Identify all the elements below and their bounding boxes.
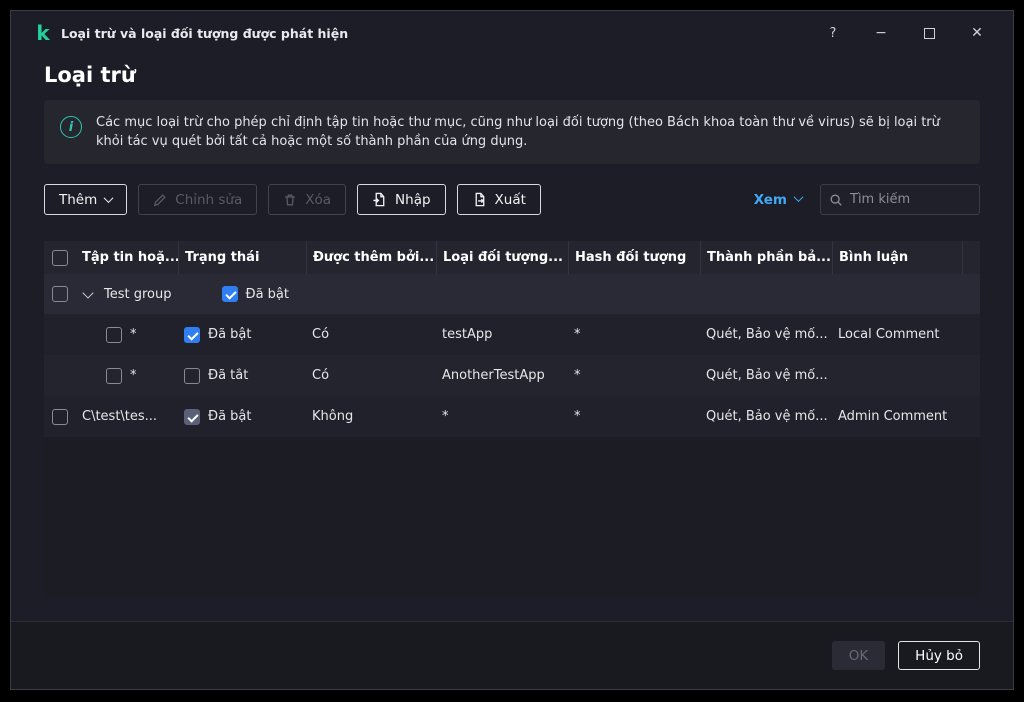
info-banner: i Các mục loại trừ cho phép chỉ định tập… (44, 100, 980, 164)
cell-component: Quét, Bảo vệ mố... (706, 409, 828, 424)
delete-button-label: Xóa (305, 191, 332, 208)
cell-status: Đã bật (208, 327, 252, 342)
cell-added-by: Có (312, 368, 330, 383)
column-header-status[interactable]: Trạng thái (178, 241, 306, 274)
column-header-object-hash[interactable]: Hash đối tượng (568, 241, 700, 274)
info-banner-text: Các mục loại trừ cho phép chỉ định tập t… (96, 115, 940, 149)
import-button-label: Nhập (395, 191, 431, 208)
add-button-label: Thêm (59, 191, 98, 208)
dialog-footer: OK Hủy bỏ (11, 621, 1013, 689)
cell-object-type: AnotherTestApp (442, 368, 545, 383)
exclusions-table: Tập tin hoặ... Trạng thái Được thêm bởi.… (44, 241, 980, 596)
group-expand-chevron-icon[interactable] (82, 286, 94, 299)
column-header-added-by[interactable]: Được thêm bởi... (306, 241, 436, 274)
column-header-file[interactable]: Tập tin hoặ... (76, 241, 178, 274)
cell-file: * (130, 368, 137, 383)
row-status-checkbox[interactable] (184, 408, 200, 425)
import-button[interactable]: Nhập (357, 184, 446, 215)
search-input[interactable] (850, 192, 971, 207)
group-select-checkbox[interactable] (52, 286, 68, 302)
table-row[interactable]: * Đã bật Có testApp * Quét, Bảo vệ mố...… (44, 314, 980, 355)
cell-component: Quét, Bảo vệ mố... (706, 368, 828, 383)
maximize-icon (923, 27, 935, 39)
help-button[interactable]: ? (823, 23, 843, 43)
maximize-button[interactable] (919, 23, 939, 43)
ok-button[interactable]: OK (831, 641, 886, 670)
view-dropdown[interactable]: Xem (753, 191, 804, 208)
table-header-row: Tập tin hoặ... Trạng thái Được thêm bởi.… (44, 241, 980, 274)
search-box (820, 184, 980, 215)
row-status-checkbox[interactable] (184, 326, 200, 343)
cell-object-hash: * (574, 409, 581, 424)
table-row[interactable]: * Đã tắt Có AnotherTestApp * Quét, Bảo v… (44, 355, 980, 396)
delete-button[interactable]: Xóa (268, 184, 347, 215)
info-icon: i (60, 116, 82, 138)
row-select-checkbox[interactable] (52, 408, 68, 425)
main-content: Loại trừ i Các mục loại trừ cho phép chỉ… (11, 55, 1013, 621)
cell-object-hash: * (574, 368, 581, 383)
cell-file: C\test\tes... (82, 409, 158, 424)
export-icon (475, 192, 484, 207)
kaspersky-logo-icon: k (36, 21, 50, 45)
select-all-checkbox[interactable] (52, 249, 68, 266)
group-status-label: Đã bật (245, 286, 290, 302)
column-header-comment[interactable]: Bình luận (832, 241, 962, 274)
cell-object-type: * (442, 409, 449, 424)
cell-object-hash: * (574, 327, 581, 342)
close-button[interactable]: ✕ (967, 23, 987, 43)
row-select-checkbox[interactable] (106, 326, 122, 343)
edit-button[interactable]: Chỉnh sửa (138, 184, 258, 215)
edit-button-label: Chỉnh sửa (175, 191, 243, 208)
add-button[interactable]: Thêm (44, 184, 128, 215)
scrollbar-gutter (962, 241, 980, 274)
cell-comment: Local Comment (838, 327, 940, 342)
row-status-checkbox[interactable] (184, 367, 200, 384)
column-header-object-type[interactable]: Loại đối tượng... (436, 241, 568, 274)
app-window: k Loại trừ và loại đối tượng được phát h… (10, 10, 1014, 690)
export-button-label: Xuất (494, 191, 526, 208)
minimize-button[interactable]: − (871, 23, 891, 43)
toolbar: Thêm Chỉnh sửa Xóa Nhập Xuất Xem (44, 184, 980, 215)
trash-icon (285, 194, 296, 205)
title-bar: k Loại trừ và loại đối tượng được phát h… (11, 11, 1013, 55)
page-title: Loại trừ (44, 63, 136, 87)
window-title: Loại trừ và loại đối tượng được phát hiệ… (61, 25, 349, 41)
row-select-checkbox[interactable] (106, 367, 122, 384)
cell-file: * (130, 327, 137, 342)
column-header-component[interactable]: Thành phần bả... (700, 241, 832, 274)
cell-added-by: Có (312, 327, 330, 342)
table-row-group[interactable]: Test group Đã bật (44, 274, 980, 314)
cell-object-type: testApp (442, 327, 493, 342)
chevron-down-icon (793, 192, 804, 203)
export-button[interactable]: Xuất (456, 184, 541, 215)
chevron-down-icon (103, 193, 114, 204)
cell-component: Quét, Bảo vệ mố... (706, 327, 828, 342)
cancel-button[interactable]: Hủy bỏ (898, 641, 980, 670)
import-icon (373, 192, 385, 207)
cell-status: Đã bật (208, 409, 252, 424)
search-icon (830, 194, 842, 206)
cell-status: Đã tắt (208, 368, 249, 383)
pencil-icon (154, 193, 167, 206)
cell-comment: Admin Comment (838, 409, 948, 424)
group-status-checkbox[interactable] (221, 286, 238, 302)
cell-added-by: Không (312, 409, 354, 424)
table-row[interactable]: C\test\tes... Đã bật Không * * Quét, Bảo… (44, 396, 980, 437)
view-dropdown-label: Xem (753, 191, 787, 208)
group-name: Test group (104, 286, 172, 302)
